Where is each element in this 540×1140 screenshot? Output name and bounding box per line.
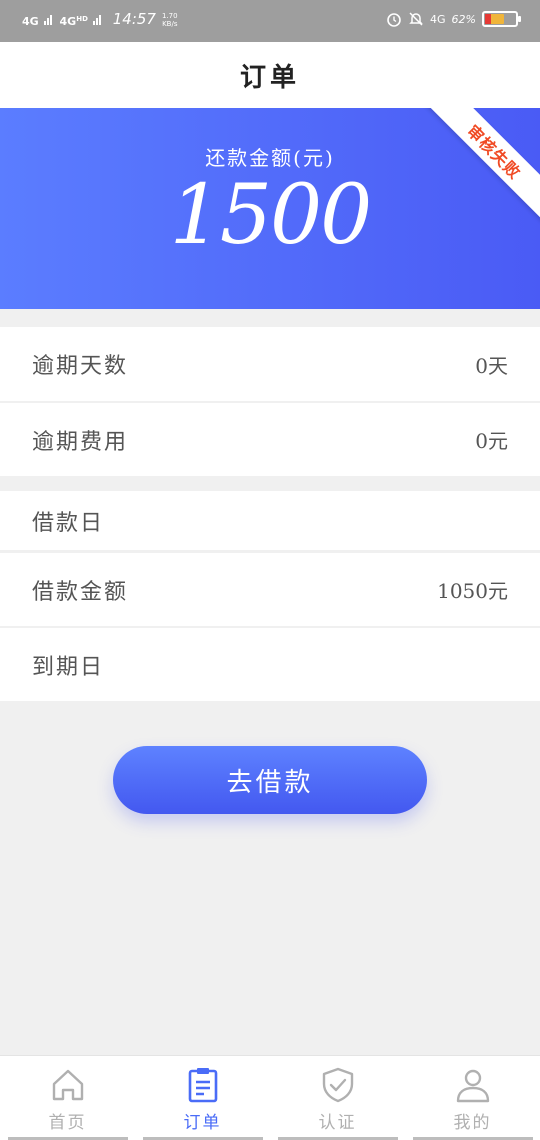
battery-percentage: 62% (451, 12, 476, 26)
nav-item-verification[interactable]: 认证 (270, 1056, 405, 1140)
nav-item-profile[interactable]: 我的 (405, 1056, 540, 1140)
mute-bell-icon (409, 12, 423, 26)
speed-value: 1.70 (161, 12, 178, 20)
list-item-due-date: 到期日 (0, 628, 540, 701)
shield-check-icon (322, 1067, 353, 1103)
row-value: 0元 (475, 429, 508, 453)
clipboard-icon (188, 1068, 217, 1103)
speed-unit: KB/s (162, 20, 178, 28)
network-speed: 1.70 KB/s (162, 12, 178, 28)
user-icon (456, 1069, 489, 1103)
nav-label: 我的 (453, 1113, 492, 1133)
status-left: 4G 4GHD 14:57 1.70 KB/s (22, 10, 178, 28)
nav-item-orders[interactable]: 订单 (135, 1056, 270, 1140)
signal-icon (43, 15, 52, 25)
clock: 14:57 (112, 10, 156, 28)
alarm-icon (387, 13, 401, 27)
row-label: 借款金额 (32, 579, 129, 605)
network-label-1: 4G (22, 15, 39, 28)
borrow-button[interactable]: 去借款 (113, 746, 427, 814)
row-value: 0天 (475, 353, 508, 378)
list-item-overdue-fee: 逾期费用 0元 (0, 403, 540, 476)
network-label-3: 4G (430, 12, 446, 26)
battery-icon (482, 11, 521, 27)
network-indicator-2: 4GHD (60, 15, 103, 28)
row-value: 1050元 (437, 579, 508, 603)
list-item-loan-amount: 借款金额 1050元 (0, 553, 540, 626)
row-label: 逾期费用 (32, 429, 129, 455)
status-bar: 4G 4GHD 14:57 1.70 KB/s 4G 62% (0, 0, 540, 42)
nav-label: 认证 (318, 1113, 357, 1133)
repayment-amount-value: 1500 (169, 168, 373, 263)
row-label: 借款日 (32, 510, 105, 536)
nav-label: 订单 (183, 1113, 222, 1133)
network-suffix-2: HD (76, 15, 88, 23)
row-label: 到期日 (32, 654, 105, 680)
row-label: 逾期天数 (32, 354, 129, 379)
header: 订单 (0, 42, 540, 108)
list-item-loan-date: 借款日 (0, 491, 540, 550)
repayment-amount-label: 还款金额(元) (205, 146, 335, 170)
signal-icon (92, 15, 101, 25)
page-title: 订单 (239, 62, 300, 93)
network-indicator-1: 4G (22, 15, 54, 28)
nav-label: 首页 (48, 1113, 87, 1133)
home-icon (52, 1069, 83, 1101)
status-right: 4G 62% (386, 11, 521, 27)
repayment-banner: 还款金额(元) 1500 审核失败 (0, 108, 540, 309)
nav-item-home[interactable]: 首页 (0, 1056, 135, 1140)
bottom-nav: 首页 订单 认证 我的 (0, 1055, 540, 1140)
list-item-overdue-days: 逾期天数 0天 (0, 327, 540, 401)
network-label-2: 4G (59, 15, 77, 28)
